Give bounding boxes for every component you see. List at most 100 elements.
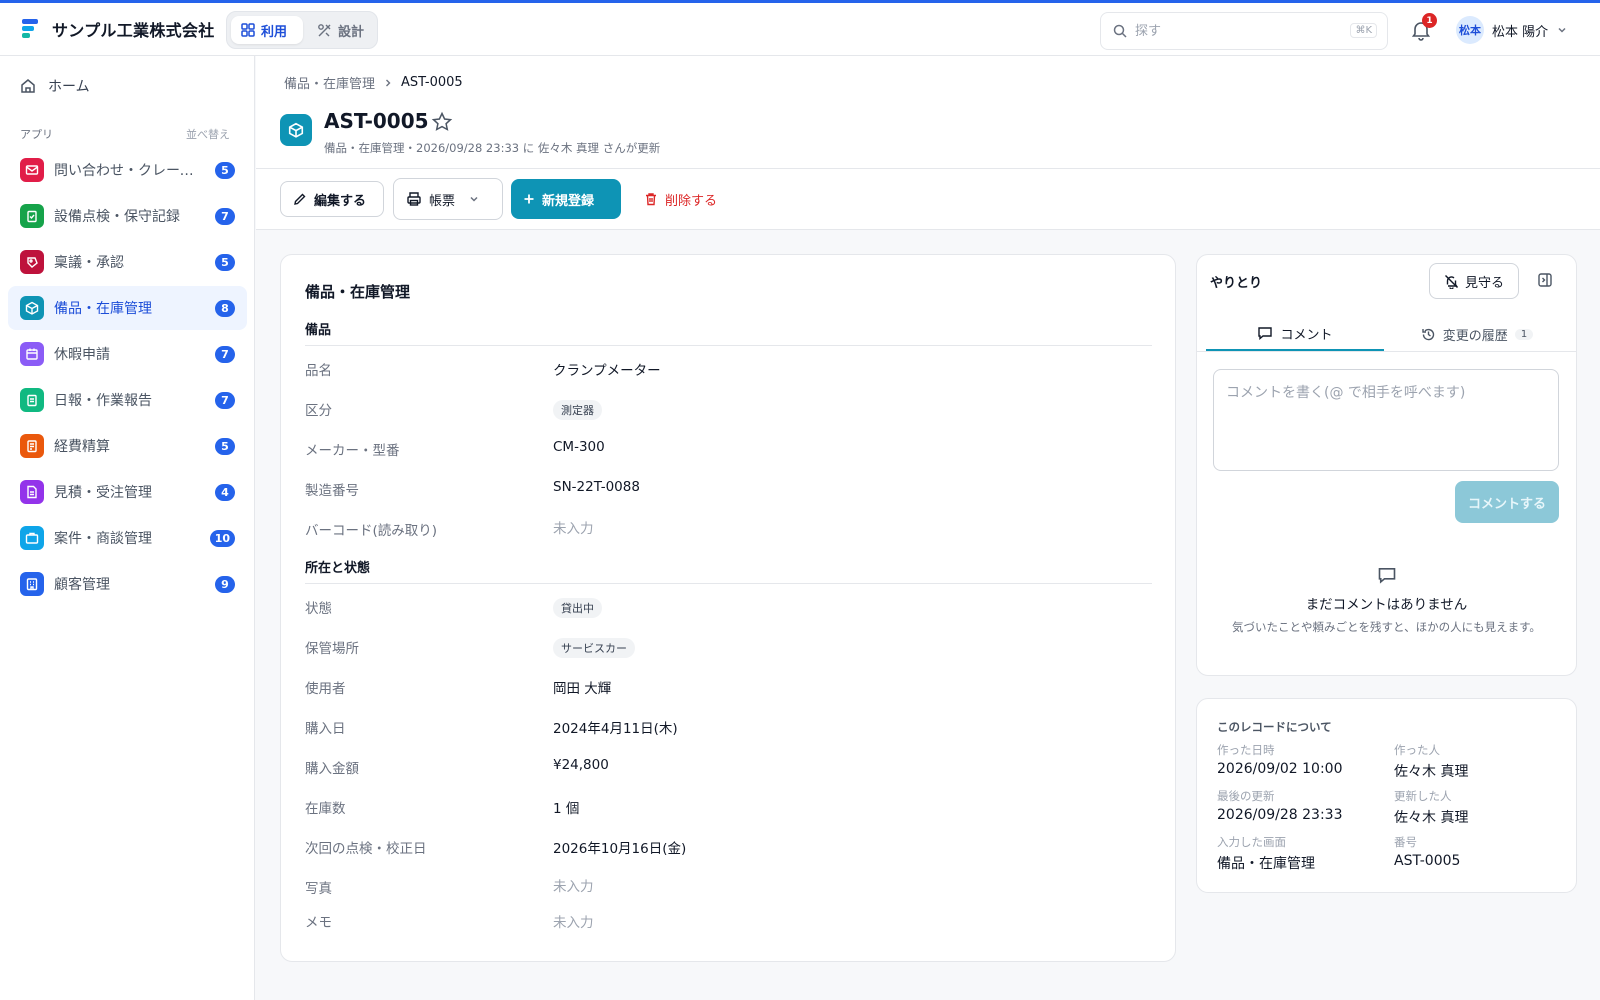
sidebar-item-label: 顧客管理 <box>54 577 110 593</box>
delete-button[interactable]: 削除する <box>632 181 729 217</box>
field-label-price: 購入金額 <box>305 761 359 777</box>
sidebar-item-inventory[interactable]: 備品・在庫管理 8 <box>8 286 247 330</box>
section-divider <box>305 583 1152 584</box>
calendar-icon <box>20 342 44 366</box>
print-button[interactable]: 帳票 <box>393 178 503 220</box>
sidebar-item-customers[interactable]: 顧客管理 9 <box>8 562 247 606</box>
bell-off-icon <box>1444 274 1458 289</box>
delete-button-label: 削除する <box>665 193 718 209</box>
count-badge: 5 <box>215 254 235 271</box>
search-box[interactable]: ⌘K <box>1100 12 1388 50</box>
chevron-down-icon <box>1558 27 1566 33</box>
mode-design-label: 設計 <box>338 24 365 40</box>
section-divider <box>305 345 1152 346</box>
sidebar-item-label: 休暇申請 <box>54 347 110 363</box>
count-badge: 5 <box>215 162 235 179</box>
sidebar-item-daily-report[interactable]: 日報・作業報告 7 <box>8 378 247 422</box>
field-label-purchase-date: 購入日 <box>305 721 346 737</box>
new-record-label: 新規登録 <box>542 193 595 209</box>
created-at-label: 作った日時 <box>1217 743 1275 757</box>
new-record-button[interactable]: 新規登録 <box>511 179 621 219</box>
sidebar-item-approval[interactable]: 稟議・承認 5 <box>8 240 247 284</box>
tab-history[interactable]: 変更の履歴 1 <box>1387 317 1567 351</box>
mode-use-button[interactable]: 利用 <box>231 16 303 44</box>
sidebar-item-inquiry[interactable]: 問い合わせ・クレーム管理 5 <box>8 148 247 192</box>
panel-title: やりとり <box>1210 276 1263 291</box>
record-info-card: このレコードについて 作った日時 2026/09/02 10:00 作った人 佐… <box>1196 698 1577 893</box>
app-logo-icon <box>22 19 38 38</box>
comment-icon <box>1258 327 1273 340</box>
tools-icon <box>318 23 331 36</box>
empty-comments-description: 気づいたことや頼みごとを残すと、ほかの人にも見えます。 <box>1232 620 1541 634</box>
field-label-serial: 製造番号 <box>305 483 359 499</box>
sidebar-item-quotation[interactable]: 見積・受注管理 4 <box>8 470 247 514</box>
field-label-user: 使用者 <box>305 681 346 697</box>
watch-button[interactable]: 見守る <box>1429 263 1519 299</box>
clipboard-check-icon <box>20 204 44 228</box>
record-header: 備品・在庫管理 AST-0005 AST-0005 備品・在庫管理・2026/0… <box>256 56 1600 169</box>
field-value-name: クランプメーター <box>553 363 661 379</box>
breadcrumb-parent-link[interactable]: 備品・在庫管理 <box>284 73 375 92</box>
section-title-equipment: 備品 <box>305 323 332 338</box>
clipboard-icon <box>20 388 44 412</box>
sidebar-item-maintenance[interactable]: 設備点検・保守記録 7 <box>8 194 247 238</box>
count-badge: 7 <box>215 392 235 409</box>
mode-design-button[interactable]: 設計 <box>307 16 375 44</box>
sidebar-item-leave[interactable]: 休暇申請 7 <box>8 332 247 376</box>
input-screen-value: 備品・在庫管理 <box>1217 856 1315 872</box>
field-value-barcode: 未入力 <box>553 521 594 537</box>
storage-chip: サービスカー <box>553 638 635 658</box>
count-badge: 7 <box>215 208 235 225</box>
search-input[interactable] <box>1135 21 1335 41</box>
page-title: AST-0005 <box>324 109 429 133</box>
edit-button[interactable]: 編集する <box>280 181 384 217</box>
creator-label: 作った人 <box>1394 743 1440 757</box>
creator-value: 佐々木 真理 <box>1394 764 1469 780</box>
history-count-badge: 1 <box>1514 328 1534 340</box>
updated-at-value: 2026/09/28 23:33 <box>1217 807 1343 823</box>
mail-icon <box>20 158 44 182</box>
stamp-icon <box>20 250 44 274</box>
form-title: 備品・在庫管理 <box>305 283 411 301</box>
field-value-photo: 未入力 <box>553 879 594 895</box>
field-value-stock: 1 個 <box>553 801 580 817</box>
sidebar-item-label: 案件・商談管理 <box>54 531 152 547</box>
company-name: サンプル工業株式会社 <box>52 21 215 40</box>
sidebar-item-expense[interactable]: 経費精算 5 <box>8 424 247 468</box>
sort-apps-link[interactable]: 並べ替え <box>186 126 230 142</box>
field-label-barcode: バーコード(読み取り) <box>305 523 438 539</box>
field-value-maker: CM-300 <box>553 439 605 455</box>
field-value-user: 岡田 大輝 <box>553 681 612 697</box>
field-value-next-check: 2026年10月16日(金) <box>553 841 687 857</box>
field-value-memo: 未入力 <box>553 915 594 931</box>
notification-badge: 1 <box>1422 13 1437 28</box>
count-badge: 9 <box>215 576 235 593</box>
field-label-name: 品名 <box>305 363 332 379</box>
comment-submit-button[interactable]: コメントする <box>1455 481 1559 523</box>
count-badge: 7 <box>215 346 235 363</box>
updated-at-label: 最後の更新 <box>1217 789 1275 803</box>
user-name: 松本 陽介 <box>1492 24 1549 40</box>
status-chip: 貸出中 <box>553 598 602 618</box>
pencil-icon <box>294 193 306 205</box>
sidebar-item-home[interactable]: ホーム <box>8 68 246 104</box>
field-value-purchase-date: 2024年4月11日(木) <box>553 721 678 737</box>
building-icon <box>20 572 44 596</box>
sidebar-item-label: 問い合わせ・クレーム管理 <box>54 163 206 179</box>
field-label-stock: 在庫数 <box>305 801 346 817</box>
sidebar-home-label: ホーム <box>48 79 90 95</box>
sidebar-item-label: 日報・作業報告 <box>54 393 152 409</box>
tab-comments[interactable]: コメント <box>1206 317 1384 351</box>
sidebar: ホーム アプリ 並べ替え 問い合わせ・クレーム管理 5 設備点検・保守記録 7 … <box>0 56 255 1000</box>
star-icon[interactable] <box>431 111 453 133</box>
comment-input[interactable] <box>1213 369 1559 471</box>
search-icon <box>1113 24 1127 38</box>
sidebar-item-deals[interactable]: 案件・商談管理 10 <box>8 516 247 560</box>
apps-heading-row: アプリ 並べ替え <box>20 126 230 142</box>
user-menu[interactable]: 松本 松本 陽介 <box>1456 16 1568 44</box>
field-label-category: 区分 <box>305 403 332 419</box>
apps-heading: アプリ <box>20 128 53 141</box>
chevron-right-icon <box>386 79 391 86</box>
mode-switch: 利用 設計 <box>226 11 378 49</box>
collapse-panel-icon[interactable] <box>1537 272 1553 288</box>
